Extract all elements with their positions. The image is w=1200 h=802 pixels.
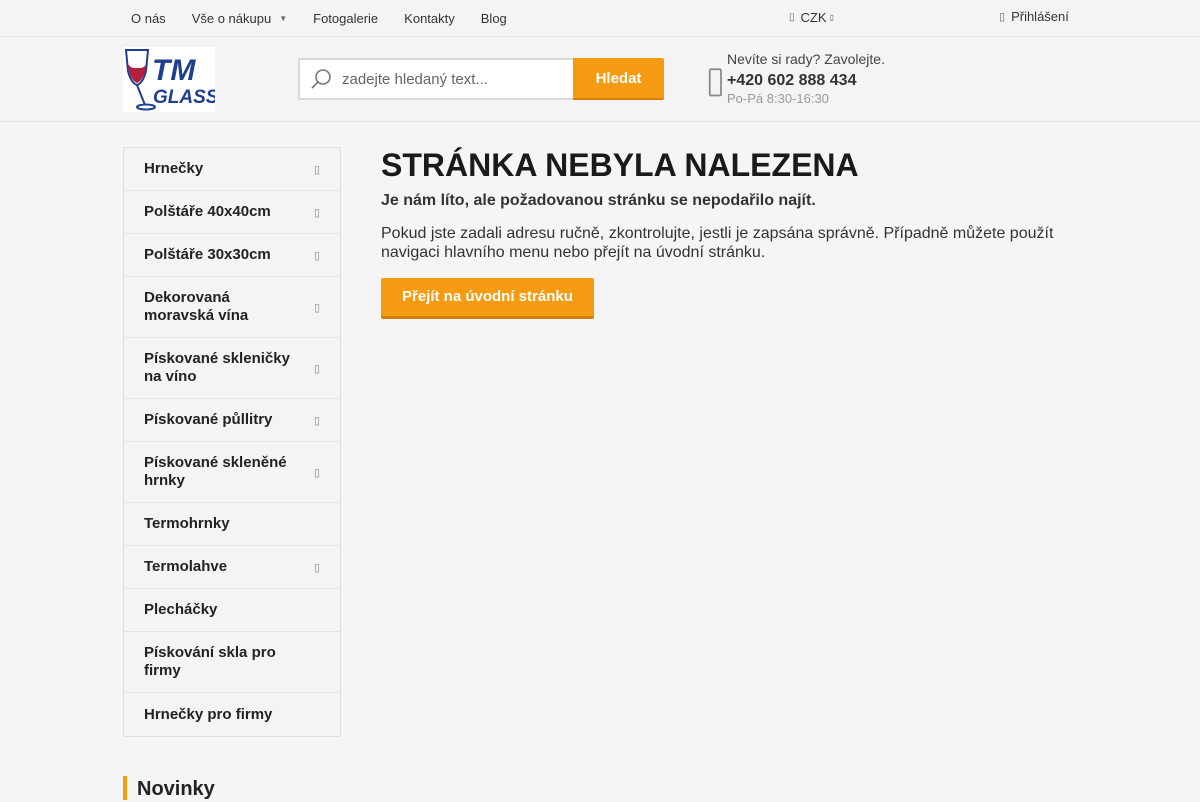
nav-link-label: Blog (480, 10, 507, 26)
sidebar-item-label: Termolahve (144, 558, 228, 575)
search-button[interactable]: Hledat (573, 58, 664, 100)
sidebar-item-label: Pískované půllitry (144, 411, 273, 428)
search-form: Hledat (298, 58, 664, 100)
sidebar-item-hrnecky[interactable]: Hrnečky ▯ (124, 148, 340, 191)
chevron-right-icon: ▯ (313, 301, 320, 314)
search-field[interactable] (298, 58, 573, 100)
logo-graphic: TM GLASS (124, 49, 219, 111)
sidebar-item-label: Polštáře 40x40cm (144, 203, 271, 220)
go-home-button[interactable]: Přejít na úvodní stránku (381, 278, 594, 319)
main-content: STRÁNKA NEBYLA NALEZENA Je nám líto, ale… (381, 148, 1081, 319)
nav-link-label: O nás (131, 10, 166, 26)
nav-link-blog[interactable]: Blog (468, 11, 520, 26)
login-link[interactable]: ▯ Přihlášení (999, 9, 1069, 24)
sidebar-item-label: Plecháčky (144, 601, 218, 618)
top-bar: O nás Vše o nákupu ▼ Fotogalerie Kontakty… (0, 0, 1200, 37)
error-lead: Je nám líto, ale požadovanou stránku se … (381, 192, 816, 209)
sidebar-item-sklenicky-na-vino[interactable]: Pískované skleničky na víno ▯ (124, 338, 340, 399)
search-icon (311, 69, 331, 89)
svg-text:GLASS: GLASS (153, 87, 215, 108)
chevron-right-icon: ▯ (313, 414, 320, 427)
error-description: Pokud jste zadali adresu ručně, zkontrol… (381, 225, 1054, 261)
sidebar-item-piskovani-pro-firmy[interactable]: Pískování skla pro firmy (124, 632, 340, 693)
contact-text: Nevíte si rady? Zavolejte. +420 602 888 … (727, 52, 927, 105)
sidebar-item-plechacky[interactable]: Plecháčky (124, 589, 340, 632)
chevron-down-icon: ▼ (279, 13, 288, 23)
contact-question: Nevíte si rady? Zavolejte. (727, 51, 885, 67)
nav-link-label: Fotogalerie (313, 10, 379, 26)
top-navigation: O nás Vše o nákupu ▼ Fotogalerie Kontakty… (118, 0, 520, 36)
sidebar-item-termolahve[interactable]: Termolahve ▯ (124, 546, 340, 589)
sidebar-item-label: Polštáře 30x30cm (144, 246, 271, 263)
contact-phone[interactable]: +420 602 888 434 (727, 73, 927, 89)
header: TM GLASS Hledat Nevíte si rady? Zavolejt… (0, 37, 1200, 122)
chevron-right-icon: ▯ (313, 561, 320, 574)
search-input[interactable] (342, 70, 562, 88)
sidebar-item-label: Hrnečky (144, 160, 204, 177)
chevron-right-icon: ▯ (313, 249, 320, 262)
currency-selector[interactable]: ▯ CZK ▯ (789, 10, 834, 25)
sidebar-item-hrnecky-pro-firmy[interactable]: Hrnečky pro firmy (124, 693, 340, 736)
chevron-down-icon: ▯ (829, 13, 834, 22)
nav-link-kontakty[interactable]: Kontakty (391, 11, 468, 26)
sidebar-item-polstare-30[interactable]: Polštáře 30x30cm ▯ (124, 234, 340, 277)
site-logo[interactable]: TM GLASS (123, 47, 219, 112)
sidebar-item-polstare-40[interactable]: Polštáře 40x40cm ▯ (124, 191, 340, 234)
nav-link-o-nas[interactable]: O nás (118, 11, 179, 26)
login-label: Přihlášení (1011, 9, 1069, 24)
sidebar-item-label: Hrnečky pro firmy (144, 705, 273, 723)
sidebar-item-termohrnky[interactable]: Termohrnky (124, 503, 340, 546)
money-icon: ▯ (789, 12, 795, 23)
currency-label: CZK (800, 10, 827, 25)
chevron-right-icon: ▯ (313, 466, 320, 479)
contact-hours: Po-Pá 8:30-16:30 (727, 91, 829, 106)
user-icon: ▯ (999, 11, 1006, 23)
sidebar-item-label: Pískované skleničky na víno (144, 350, 290, 385)
nav-link-label: Kontakty (404, 10, 455, 26)
chevron-right-icon: ▯ (313, 362, 320, 375)
sidebar-item-label: Dekorovaná moravská vína (144, 289, 249, 324)
sidebar-item-sklenene-hrnky[interactable]: Pískované skleněné hrnky ▯ (124, 442, 340, 503)
chevron-right-icon: ▯ (313, 163, 320, 176)
category-sidebar: Hrnečky ▯ Polštáře 40x40cm ▯ Polštáře 30x3… (123, 147, 341, 737)
chevron-right-icon: ▯ (313, 206, 320, 219)
sidebar-item-label: Pískování skla pro firmy (144, 644, 276, 679)
sidebar-item-pullitry[interactable]: Pískované půllitry ▯ (124, 399, 340, 442)
nav-link-label: Vše o nákupu (191, 10, 272, 26)
sidebar-item-label: Termohrnky (144, 515, 230, 532)
sidebar-item-label: Pískované skleněné hrnky (144, 454, 287, 489)
nav-link-fotogalerie[interactable]: Fotogalerie (300, 11, 391, 26)
page-title: STRÁNKA NEBYLA NALEZENA (381, 147, 859, 183)
nav-link-vse-o-nakupu[interactable]: Vše o nákupu ▼ (179, 11, 300, 26)
news-heading: Novinky (123, 776, 215, 800)
phone-icon (708, 68, 722, 97)
sidebar-item-dekorovana-vina[interactable]: Dekorovaná moravská vína ▯ (124, 277, 340, 338)
svg-text:TM: TM (152, 54, 196, 87)
